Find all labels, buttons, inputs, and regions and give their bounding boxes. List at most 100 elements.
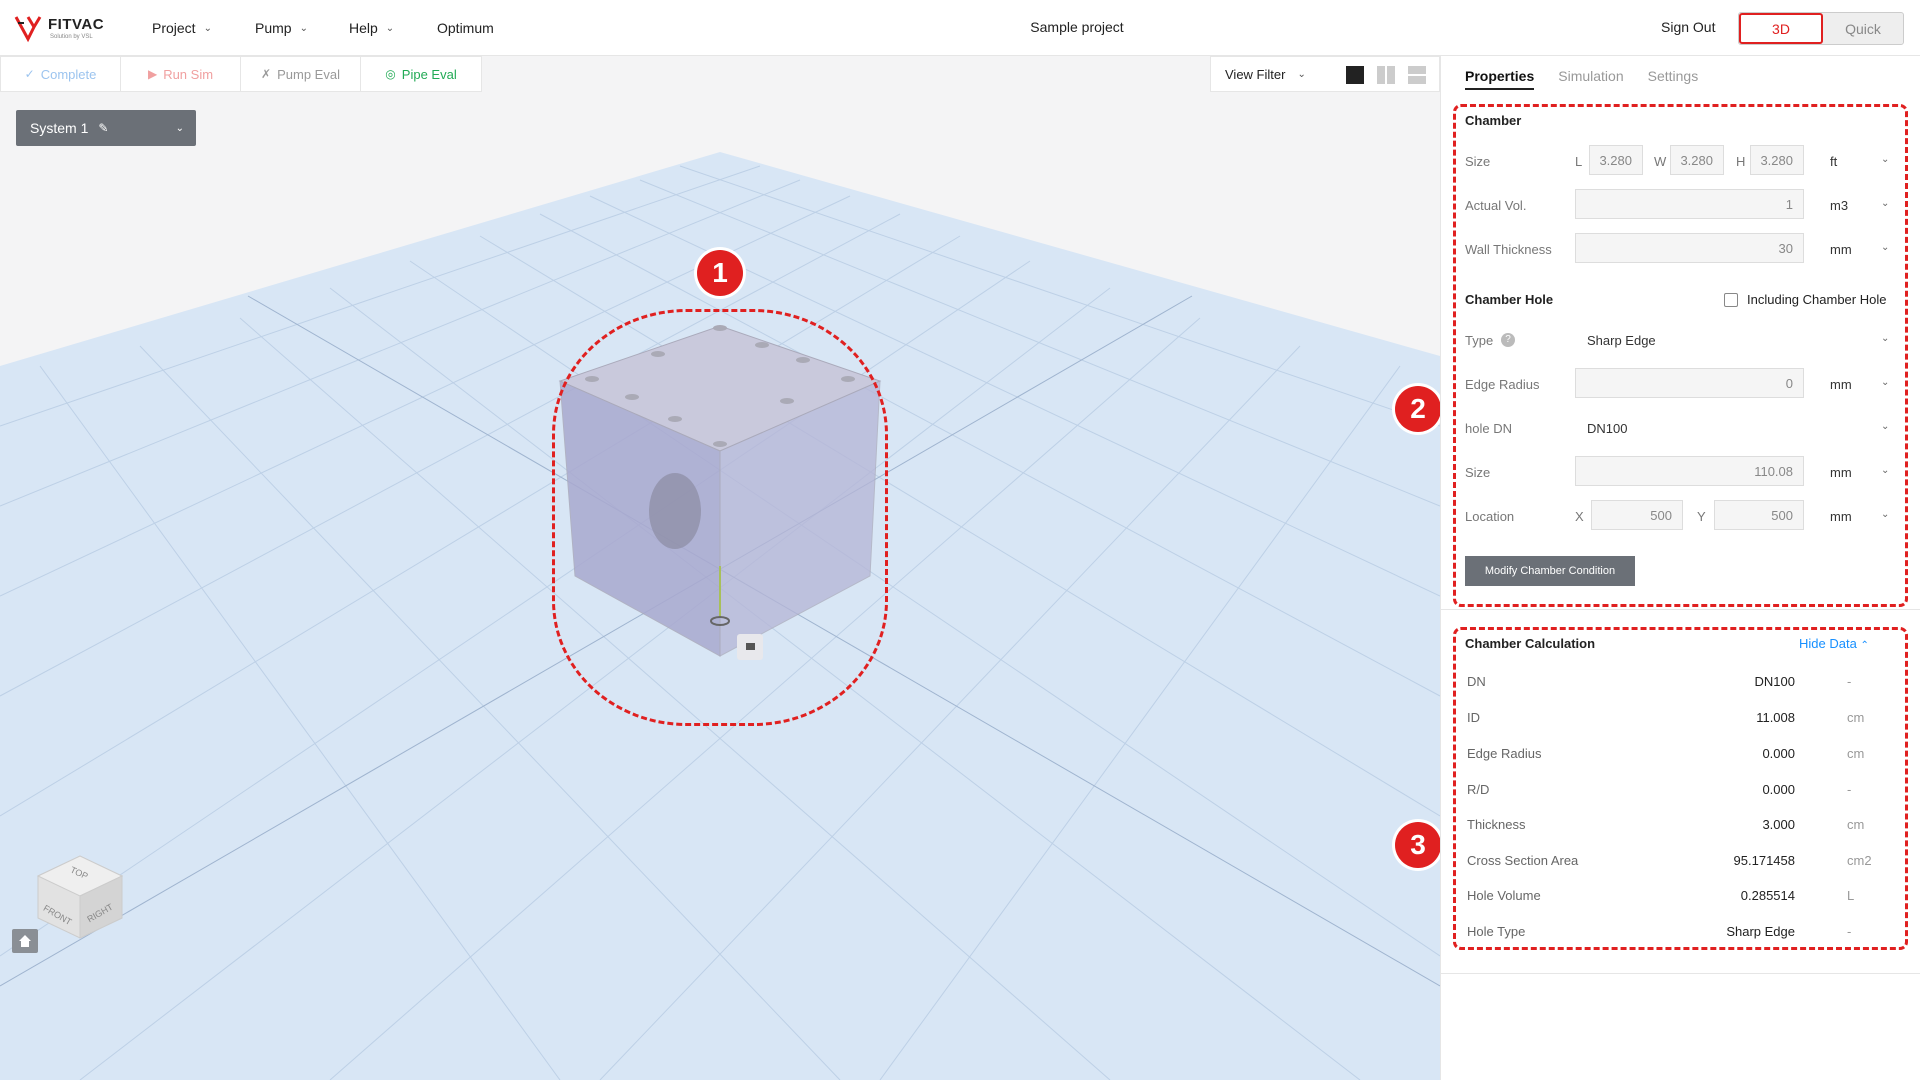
annotation-badge-3: 3 xyxy=(1395,822,1440,868)
hole-type-select[interactable]: Sharp Edge xyxy=(1587,333,1656,348)
edge-radius-input[interactable]: 0 xyxy=(1575,368,1804,398)
calc-row: Thickness 3.000 cm xyxy=(1467,817,1887,837)
calc-key: Hole Volume xyxy=(1467,888,1541,903)
view-mode-3d[interactable]: 3D xyxy=(1739,13,1823,44)
calc-unit: L xyxy=(1847,888,1855,903)
hole-dn-select[interactable]: DN100 xyxy=(1587,421,1627,436)
edit-pencil-icon[interactable]: ✎ xyxy=(98,121,108,135)
location-x-label: X xyxy=(1575,509,1584,524)
size-label: Size xyxy=(1465,154,1491,169)
wall-thickness-label: Wall Thickness xyxy=(1465,242,1552,257)
view-filter-dropdown[interactable]: View Filter xyxy=(1225,67,1285,82)
chamber-calculation-title: Chamber Calculation xyxy=(1465,636,1596,651)
help-icon[interactable]: ? xyxy=(1501,333,1515,347)
layout-split-horizontal-icon[interactable] xyxy=(1408,66,1426,84)
size-w-label: W xyxy=(1654,154,1667,169)
size-w-input[interactable]: 3.280 xyxy=(1670,145,1724,175)
3d-viewport[interactable]: TOP FRONT RIGHT ✓ Complete ▶ Run Sim ✗ Pump… xyxy=(0,56,1440,1080)
calc-row: R/D 0.000 - xyxy=(1467,782,1887,802)
chevron-down-icon: ⌄ xyxy=(1881,377,1890,388)
chevron-up-icon: ⌃ xyxy=(1860,640,1869,651)
chevron-down-icon: ⌄ xyxy=(1881,333,1890,344)
size-h-input[interactable]: 3.280 xyxy=(1750,145,1804,175)
hole-size-unit-select[interactable]: mm xyxy=(1830,465,1852,480)
calc-key: R/D xyxy=(1467,782,1490,797)
calc-value: 0.000 xyxy=(1762,746,1795,761)
size-h-label: H xyxy=(1736,154,1746,169)
calc-unit: - xyxy=(1847,674,1852,689)
hole-type-label: Type xyxy=(1465,333,1494,348)
check-icon: ✓ xyxy=(24,67,35,81)
calc-row: Edge Radius 0.000 cm xyxy=(1467,746,1887,766)
calc-row: Cross Section Area 95.171458 cm2 xyxy=(1467,853,1887,873)
calc-key: Cross Section Area xyxy=(1467,853,1579,868)
calc-value: DN100 xyxy=(1754,674,1795,689)
play-icon: ▶ xyxy=(147,67,158,81)
pump-eval-label: Pump Eval xyxy=(277,66,340,82)
system-selector[interactable]: System 1 ✎ ⌄ xyxy=(16,110,196,146)
project-title: Sample project xyxy=(1030,19,1124,35)
layout-single-icon[interactable] xyxy=(1346,66,1364,84)
calc-key: ID xyxy=(1467,710,1480,725)
calc-unit: cm2 xyxy=(1847,853,1872,868)
size-l-input[interactable]: 3.280 xyxy=(1589,145,1643,175)
calc-unit: cm xyxy=(1847,746,1865,761)
pump-eval-button[interactable]: ✗ Pump Eval xyxy=(241,57,361,91)
chevron-down-icon: ⌄ xyxy=(1881,465,1890,476)
sign-out-link[interactable]: Sign Out xyxy=(1661,19,1715,35)
calc-value: 11.008 xyxy=(1756,710,1795,725)
size-unit-select[interactable]: ft xyxy=(1830,154,1837,169)
hide-data-toggle[interactable]: Hide Data ⌃ xyxy=(1799,636,1869,651)
wall-thickness-input[interactable]: 30 xyxy=(1575,233,1804,263)
calc-key: Thickness xyxy=(1467,817,1526,832)
chamber-title: Chamber xyxy=(1465,113,1522,128)
include-chamber-hole-label: Including Chamber Hole xyxy=(1747,292,1887,307)
calc-value: 3.000 xyxy=(1762,817,1795,832)
location-x-input[interactable]: 500 xyxy=(1591,500,1683,530)
calc-row: DN DN100 - xyxy=(1467,674,1887,694)
highlight-chamber-section xyxy=(1453,104,1908,607)
calc-row: ID 11.008 cm xyxy=(1467,710,1887,730)
hole-size-input[interactable]: 110.08 xyxy=(1575,456,1804,486)
complete-label: Complete xyxy=(40,66,97,82)
calc-key: Edge Radius xyxy=(1467,746,1542,761)
calc-unit: - xyxy=(1847,924,1852,939)
layout-split-vertical-icon[interactable] xyxy=(1377,66,1395,84)
edge-radius-unit-select[interactable]: mm xyxy=(1830,377,1852,392)
location-y-input[interactable]: 500 xyxy=(1714,500,1804,530)
view-filter-bar: View Filter ⌄ xyxy=(1210,56,1440,92)
action-toolbar: ✓ Complete ▶ Run Sim ✗ Pump Eval ◎ Pipe Eval xyxy=(0,56,482,92)
calc-unit: cm xyxy=(1847,710,1865,725)
wall-thickness-unit-select[interactable]: mm xyxy=(1830,242,1852,257)
run-sim-button[interactable]: ▶ Run Sim xyxy=(121,57,241,91)
location-unit-select[interactable]: mm xyxy=(1830,509,1852,524)
location-y-label: Y xyxy=(1697,509,1706,524)
home-icon xyxy=(19,935,31,947)
calc-key: DN xyxy=(1467,674,1486,689)
tab-settings[interactable]: Settings xyxy=(1648,68,1699,90)
pump-icon: ✗ xyxy=(261,67,272,81)
annotation-badge-2: 2 xyxy=(1395,386,1440,432)
pipe-eval-button[interactable]: ◎ Pipe Eval xyxy=(361,57,481,91)
actual-vol-input[interactable]: 1 xyxy=(1575,189,1804,219)
include-chamber-hole-checkbox[interactable] xyxy=(1724,293,1738,307)
chevron-down-icon: ⌄ xyxy=(1881,198,1890,209)
tab-simulation[interactable]: Simulation xyxy=(1558,68,1623,90)
location-label: Location xyxy=(1465,509,1515,524)
size-l-label: L xyxy=(1575,154,1583,169)
modify-chamber-condition-button[interactable]: Modify Chamber Condition xyxy=(1465,556,1635,586)
highlight-cube-outline xyxy=(552,309,888,726)
calc-row: Hole Type Sharp Edge - xyxy=(1467,924,1887,944)
view-mode-quick[interactable]: Quick xyxy=(1823,13,1903,44)
calc-value: 0.000 xyxy=(1762,782,1795,797)
tab-properties[interactable]: Properties xyxy=(1465,68,1535,90)
pipe-eval-icon: ◎ xyxy=(385,67,396,81)
chamber-hole-title: Chamber Hole xyxy=(1465,292,1554,307)
calc-unit: - xyxy=(1847,782,1852,797)
hole-size-label: Size xyxy=(1465,465,1491,480)
home-view-button[interactable] xyxy=(12,929,38,953)
complete-button[interactable]: ✓ Complete xyxy=(1,57,121,91)
actual-vol-unit-select[interactable]: m3 xyxy=(1830,198,1848,213)
chevron-down-icon: ⌄ xyxy=(1881,154,1890,165)
pipe-eval-label: Pipe Eval xyxy=(401,66,457,82)
